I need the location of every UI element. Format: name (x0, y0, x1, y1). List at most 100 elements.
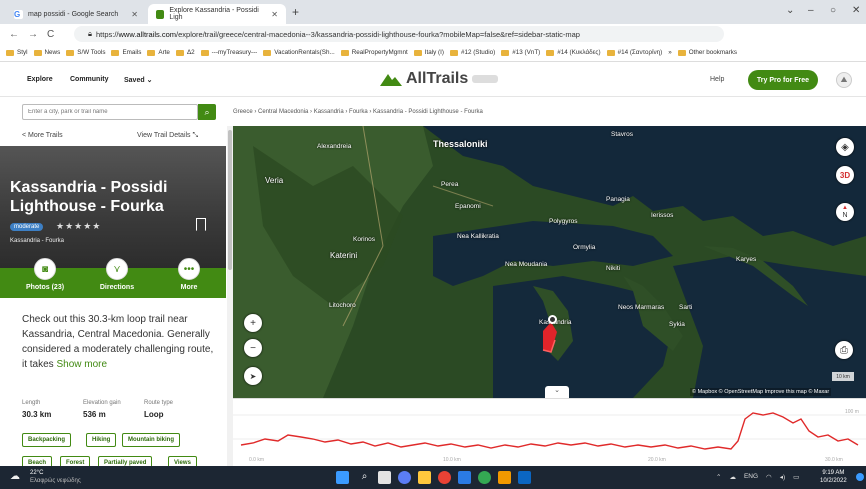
close-icon[interactable]: ✕ (131, 10, 138, 19)
map-label: Stavros (611, 131, 634, 138)
map-label: Sarti (679, 304, 693, 311)
help-link[interactable]: Help (710, 76, 724, 83)
maximize-icon[interactable]: ○ (830, 5, 836, 16)
bookmark-item[interactable]: Emails (111, 49, 141, 56)
bookmark-item[interactable]: Other bookmarks (677, 49, 737, 56)
site-header: Explore Community Saved ⌄ AllTrails Help… (0, 62, 866, 97)
bookmarks-overflow[interactable]: » (668, 49, 672, 56)
tag-chip[interactable]: Beach (22, 456, 53, 466)
back-icon[interactable]: ← (9, 29, 19, 40)
print-icon[interactable]: ⎙ (835, 341, 853, 359)
chrome-icon[interactable] (438, 471, 451, 484)
bookmark-item[interactable]: Arte (147, 49, 170, 56)
elevation-tick: 0.0 km (249, 457, 265, 463)
tag-chip[interactable]: Hiking (86, 433, 117, 447)
bookmark-item[interactable]: RealPropertyMgmnt (340, 49, 408, 56)
clock[interactable]: 9:19 AM 10/2/2022 (820, 469, 847, 485)
start-icon[interactable] (336, 471, 349, 484)
3d-button[interactable]: 3D (836, 166, 854, 184)
folder-icon[interactable] (498, 471, 511, 484)
elevation-label: Elevation gain (83, 400, 121, 406)
language-indicator[interactable]: ENG (744, 473, 758, 481)
file-explorer-icon[interactable] (418, 471, 431, 484)
trail-map[interactable]: Thessaloniki Veria Alexandreia Perea Epa… (233, 126, 866, 398)
close-window-icon[interactable]: ✕ (852, 5, 860, 16)
photos-button[interactable]: ◙ Photos (23) (10, 258, 80, 291)
search-button[interactable]: ⌕ (198, 104, 216, 120)
word-icon[interactable] (518, 471, 531, 484)
search-input[interactable] (22, 104, 198, 120)
tag-chip[interactable]: Backpacking (22, 433, 72, 447)
bookmark-item[interactable]: #13 (VnT) (501, 49, 540, 56)
bookmark-item[interactable]: Styl (6, 49, 28, 56)
battery-icon[interactable]: ▭ (793, 473, 799, 481)
try-pro-button[interactable]: Try Pro for Free (748, 70, 818, 90)
bookmark-item[interactable]: #14 (Κυκλάδες) (546, 49, 601, 56)
more-trails-link[interactable]: < More Trails (22, 132, 63, 139)
bookmark-item[interactable]: #12 (Studio) (449, 49, 495, 56)
tag-chip[interactable]: Forest (60, 456, 91, 466)
more-button[interactable]: ••• More (154, 258, 224, 291)
chat-icon[interactable] (398, 471, 411, 484)
zoom-in-icon[interactable]: + (244, 314, 262, 332)
search-icon[interactable]: ⌕ (358, 471, 371, 484)
more-icon: ••• (178, 258, 200, 280)
locate-icon[interactable]: ➤ (244, 367, 262, 385)
volume-icon[interactable]: ◂) (780, 473, 785, 481)
compass-icon[interactable]: ▲ N (836, 203, 854, 221)
forward-icon[interactable]: → (28, 29, 38, 40)
bookmark-item[interactable]: #14 (Σαντορίνη) (606, 49, 662, 56)
folder-icon (6, 49, 14, 56)
new-tab-icon[interactable]: + (292, 5, 299, 19)
app-icon[interactable] (478, 471, 491, 484)
user-avatar[interactable]: ⛰ (836, 72, 852, 88)
sidebar-scroll-thumb[interactable] (228, 130, 232, 270)
wifi-icon[interactable]: ◠ (766, 473, 772, 481)
bookmark-item[interactable]: Italy (I) (413, 49, 444, 56)
show-more-link[interactable]: Show more (56, 359, 107, 370)
task-view-icon[interactable] (378, 471, 391, 484)
weather-icon[interactable]: ☁ (10, 471, 20, 482)
map-terrain (233, 126, 866, 398)
tag-chip[interactable]: Views (168, 456, 197, 466)
nav-saved[interactable]: Saved ⌄ (124, 76, 152, 84)
bookmarks-bar: Styl News S/W Tools Emails Arte Δ2 ---my… (0, 44, 866, 62)
zoom-out-icon[interactable]: − (244, 339, 262, 357)
bookmark-item[interactable]: ---myTreasury--- (200, 49, 257, 56)
bookmark-item[interactable]: Δ2 (175, 49, 195, 56)
chevron-down-icon[interactable]: ⌄ (786, 5, 794, 16)
bookmark-item[interactable]: VacationRentals(Sh... (263, 49, 335, 56)
url-input[interactable]: 🔒︎ https://www.alltrails.com/explore/tra… (74, 26, 724, 42)
tag-chip[interactable]: Mountain biking (122, 433, 180, 447)
bookmark-icon[interactable] (196, 218, 206, 231)
chevron-up-icon[interactable]: ⌃ (716, 473, 721, 481)
store-icon[interactable] (458, 471, 471, 484)
notification-icon[interactable] (856, 473, 864, 481)
elevation-profile[interactable]: 0.0 km 10.0 km 20.0 km 30.0 km 100 m (233, 398, 866, 466)
search-icon: ⌕ (204, 106, 210, 117)
map-attribution[interactable]: © Mapbox © OpenStreetMap Improve this ma… (690, 388, 832, 396)
minimize-icon[interactable]: – (808, 5, 814, 16)
nav-explore[interactable]: Explore (27, 76, 53, 83)
directions-button[interactable]: ⋎ Directions (82, 258, 152, 291)
cloud-icon[interactable]: ☁ (729, 473, 736, 481)
view-trail-details-link[interactable]: View Trail Details ⤡ (137, 132, 198, 140)
bookmark-item[interactable]: News (33, 49, 60, 56)
tab-google-search[interactable]: G map possidi - Google Search ✕ (6, 4, 146, 24)
bookmark-item[interactable]: S/W Tools (66, 49, 105, 56)
reload-icon[interactable]: C (47, 29, 54, 40)
chevron-down-icon[interactable]: ⌄ (545, 386, 569, 398)
close-icon[interactable]: ✕ (271, 10, 278, 19)
tab-alltrails[interactable]: Explore Kassandria - Possidi Ligh ✕ (148, 4, 286, 24)
breadcrumb[interactable]: Greece › Central Macedonia › Kassandria … (233, 109, 483, 115)
trailhead-marker[interactable] (548, 315, 557, 324)
map-label: Veria (265, 176, 284, 185)
trail-location[interactable]: Kassandria - Fourka (10, 238, 64, 244)
tag-chip[interactable]: Partially paved (98, 456, 153, 466)
layers-icon[interactable]: ◈ (836, 138, 854, 156)
alltrails-logo[interactable]: AllTrails (380, 70, 499, 88)
nav-community[interactable]: Community (70, 76, 109, 83)
map-label: Epanomi (455, 203, 481, 210)
map-label: Ormylia (573, 244, 596, 251)
weather-widget[interactable]: 22°C Ελαφρώς νεφώδης (30, 469, 81, 485)
